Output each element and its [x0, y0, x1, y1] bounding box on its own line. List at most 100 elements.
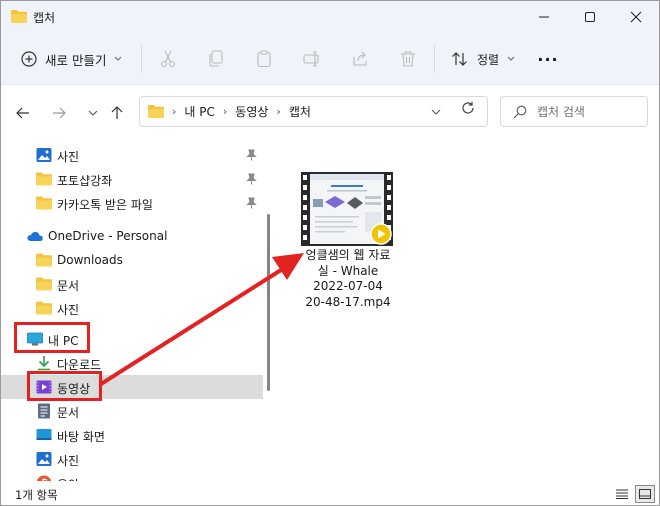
- pin-icon: [246, 173, 257, 185]
- copy-icon: [209, 50, 223, 67]
- delete-button[interactable]: [396, 47, 420, 71]
- minimize-button[interactable]: [521, 1, 567, 33]
- sidebar-item-onedrive[interactable]: OneDrive - Personal: [1, 224, 263, 248]
- desktop-icon: [36, 429, 52, 440]
- sidebar-item-music[interactable]: 음악: [1, 471, 263, 481]
- forward-button[interactable]: [46, 100, 72, 126]
- file-name-line: 20-48-17.mp4: [305, 294, 391, 309]
- toolbar-separator: [141, 45, 142, 73]
- breadcrumb-capture[interactable]: 캡처: [289, 103, 311, 120]
- maximize-icon: [585, 12, 595, 22]
- breadcrumb-separator: ›: [222, 105, 228, 118]
- file-name: 엉클샘의 웹 자료 실 - Whale 2022-07-04 20-48-17.…: [293, 248, 403, 310]
- search-input[interactable]: 캡처 검색: [537, 103, 585, 120]
- breadcrumb-separator: ›: [276, 105, 281, 118]
- sidebar-item-documents[interactable]: 문서: [1, 399, 263, 423]
- up-button[interactable]: [104, 100, 130, 126]
- breadcrumb-videos[interactable]: 동영상: [235, 103, 268, 120]
- sidebar-item-label: 사진: [57, 454, 80, 468]
- sort-button[interactable]: 정렬: [445, 45, 521, 73]
- folder-icon: [11, 10, 27, 23]
- details-view-button[interactable]: [612, 485, 632, 503]
- status-bar: 1개 항목: [1, 481, 659, 505]
- tiles-view-button[interactable]: [635, 485, 655, 503]
- scissors-icon: [160, 50, 176, 68]
- sort-button-label: 정렬: [477, 52, 500, 67]
- cut-button[interactable]: [156, 47, 180, 71]
- sidebar-item-label: 사진: [57, 303, 80, 317]
- document-icon: [38, 403, 50, 419]
- folder-icon: [36, 172, 52, 186]
- sidebar-item-label: 사진: [57, 150, 80, 164]
- rename-button[interactable]: [300, 47, 324, 71]
- back-button[interactable]: [10, 100, 36, 126]
- photos-icon: [36, 148, 52, 162]
- command-bar: 새로 만들기 정렬 ···: [1, 33, 659, 85]
- sidebar-item-label: 바탕 화면: [57, 430, 105, 444]
- share-button[interactable]: [348, 47, 372, 71]
- sidebar-item-onedrive-photos[interactable]: 사진: [1, 296, 263, 320]
- rename-icon: [303, 51, 319, 67]
- paste-button[interactable]: [252, 47, 276, 71]
- new-button[interactable]: 새로 만들기: [15, 45, 128, 73]
- sidebar-item-label: 카카오톡 받은 파일: [57, 198, 153, 212]
- arrow-right-icon: [53, 107, 66, 119]
- chevron-down-icon: [431, 109, 441, 115]
- sidebar-item-label: 문서: [57, 279, 80, 293]
- title-bar[interactable]: 캡처: [1, 1, 659, 33]
- minimize-icon: [539, 16, 549, 18]
- new-button-label: 새로 만들기: [45, 52, 107, 68]
- item-count: 1개 항목: [15, 488, 58, 502]
- refresh-icon: [462, 101, 474, 114]
- annotation-box-videos: [27, 371, 102, 401]
- navigation-pane: 사진 포토샵강좌 카카오톡 받은 파일 OneDrive - Personal …: [1, 140, 267, 481]
- close-button[interactable]: [613, 1, 659, 33]
- sidebar-item-desktop[interactable]: 바탕 화면: [1, 423, 263, 447]
- tiles-view-icon: [639, 489, 651, 499]
- sidebar-item-quick-photos[interactable]: 사진: [1, 143, 263, 167]
- photos-icon: [36, 452, 52, 466]
- sidebar-item-label: Downloads: [57, 253, 123, 267]
- address-dropdown-button[interactable]: [431, 104, 441, 118]
- share-icon: [353, 51, 367, 66]
- refresh-button[interactable]: [461, 101, 475, 118]
- sidebar-item-kakaotalk-files[interactable]: 카카오톡 받은 파일: [1, 191, 263, 215]
- video-thumbnail: [301, 172, 393, 246]
- arrow-left-icon: [16, 107, 29, 119]
- file-name-line: 2022-07-04: [313, 279, 383, 293]
- folder-icon: [148, 105, 164, 118]
- trash-icon: [401, 51, 415, 67]
- toolbar-separator: [434, 45, 435, 73]
- more-options-button[interactable]: ···: [534, 47, 562, 71]
- folder-icon: [36, 277, 52, 291]
- folder-icon: [36, 253, 52, 267]
- breadcrumb-separator: ›: [172, 105, 177, 118]
- sidebar-item-pictures[interactable]: 사진: [1, 447, 263, 471]
- recent-locations-button[interactable]: [80, 100, 106, 126]
- plus-circle-icon: [21, 51, 37, 67]
- window-title: 캡처: [33, 11, 56, 25]
- navigation-bar: › 내 PC › 동영상 › 캡처 캡처 검색: [1, 86, 659, 140]
- sidebar-item-label: 문서: [57, 406, 80, 420]
- download-icon: [38, 356, 50, 371]
- close-icon: [630, 11, 642, 23]
- sidebar-scrollbar[interactable]: [267, 214, 270, 391]
- copy-button[interactable]: [204, 47, 228, 71]
- breadcrumb-this-pc[interactable]: 내 PC: [184, 103, 214, 120]
- sidebar-item-onedrive-downloads[interactable]: Downloads: [1, 248, 263, 272]
- chevron-down-icon: [88, 110, 98, 116]
- annotation-box-this-pc: [14, 322, 90, 353]
- cloud-icon: [27, 231, 43, 241]
- sidebar-item-photoshop-lessons[interactable]: 포토샵강좌: [1, 167, 263, 191]
- sort-icon: [452, 52, 467, 66]
- clipboard-icon: [257, 50, 271, 68]
- sidebar-item-onedrive-documents[interactable]: 문서: [1, 272, 263, 296]
- folder-icon: [36, 196, 52, 210]
- pin-icon: [246, 197, 257, 209]
- search-icon: [513, 105, 527, 118]
- search-box[interactable]: 캡처 검색: [500, 96, 648, 127]
- maximize-button[interactable]: [567, 1, 613, 33]
- sidebar-item-label: 포토샵강좌: [57, 174, 113, 188]
- pin-icon: [246, 149, 257, 161]
- file-list: 엉클샘의 웹 자료 실 - Whale 2022-07-04 20-48-17.…: [271, 140, 659, 481]
